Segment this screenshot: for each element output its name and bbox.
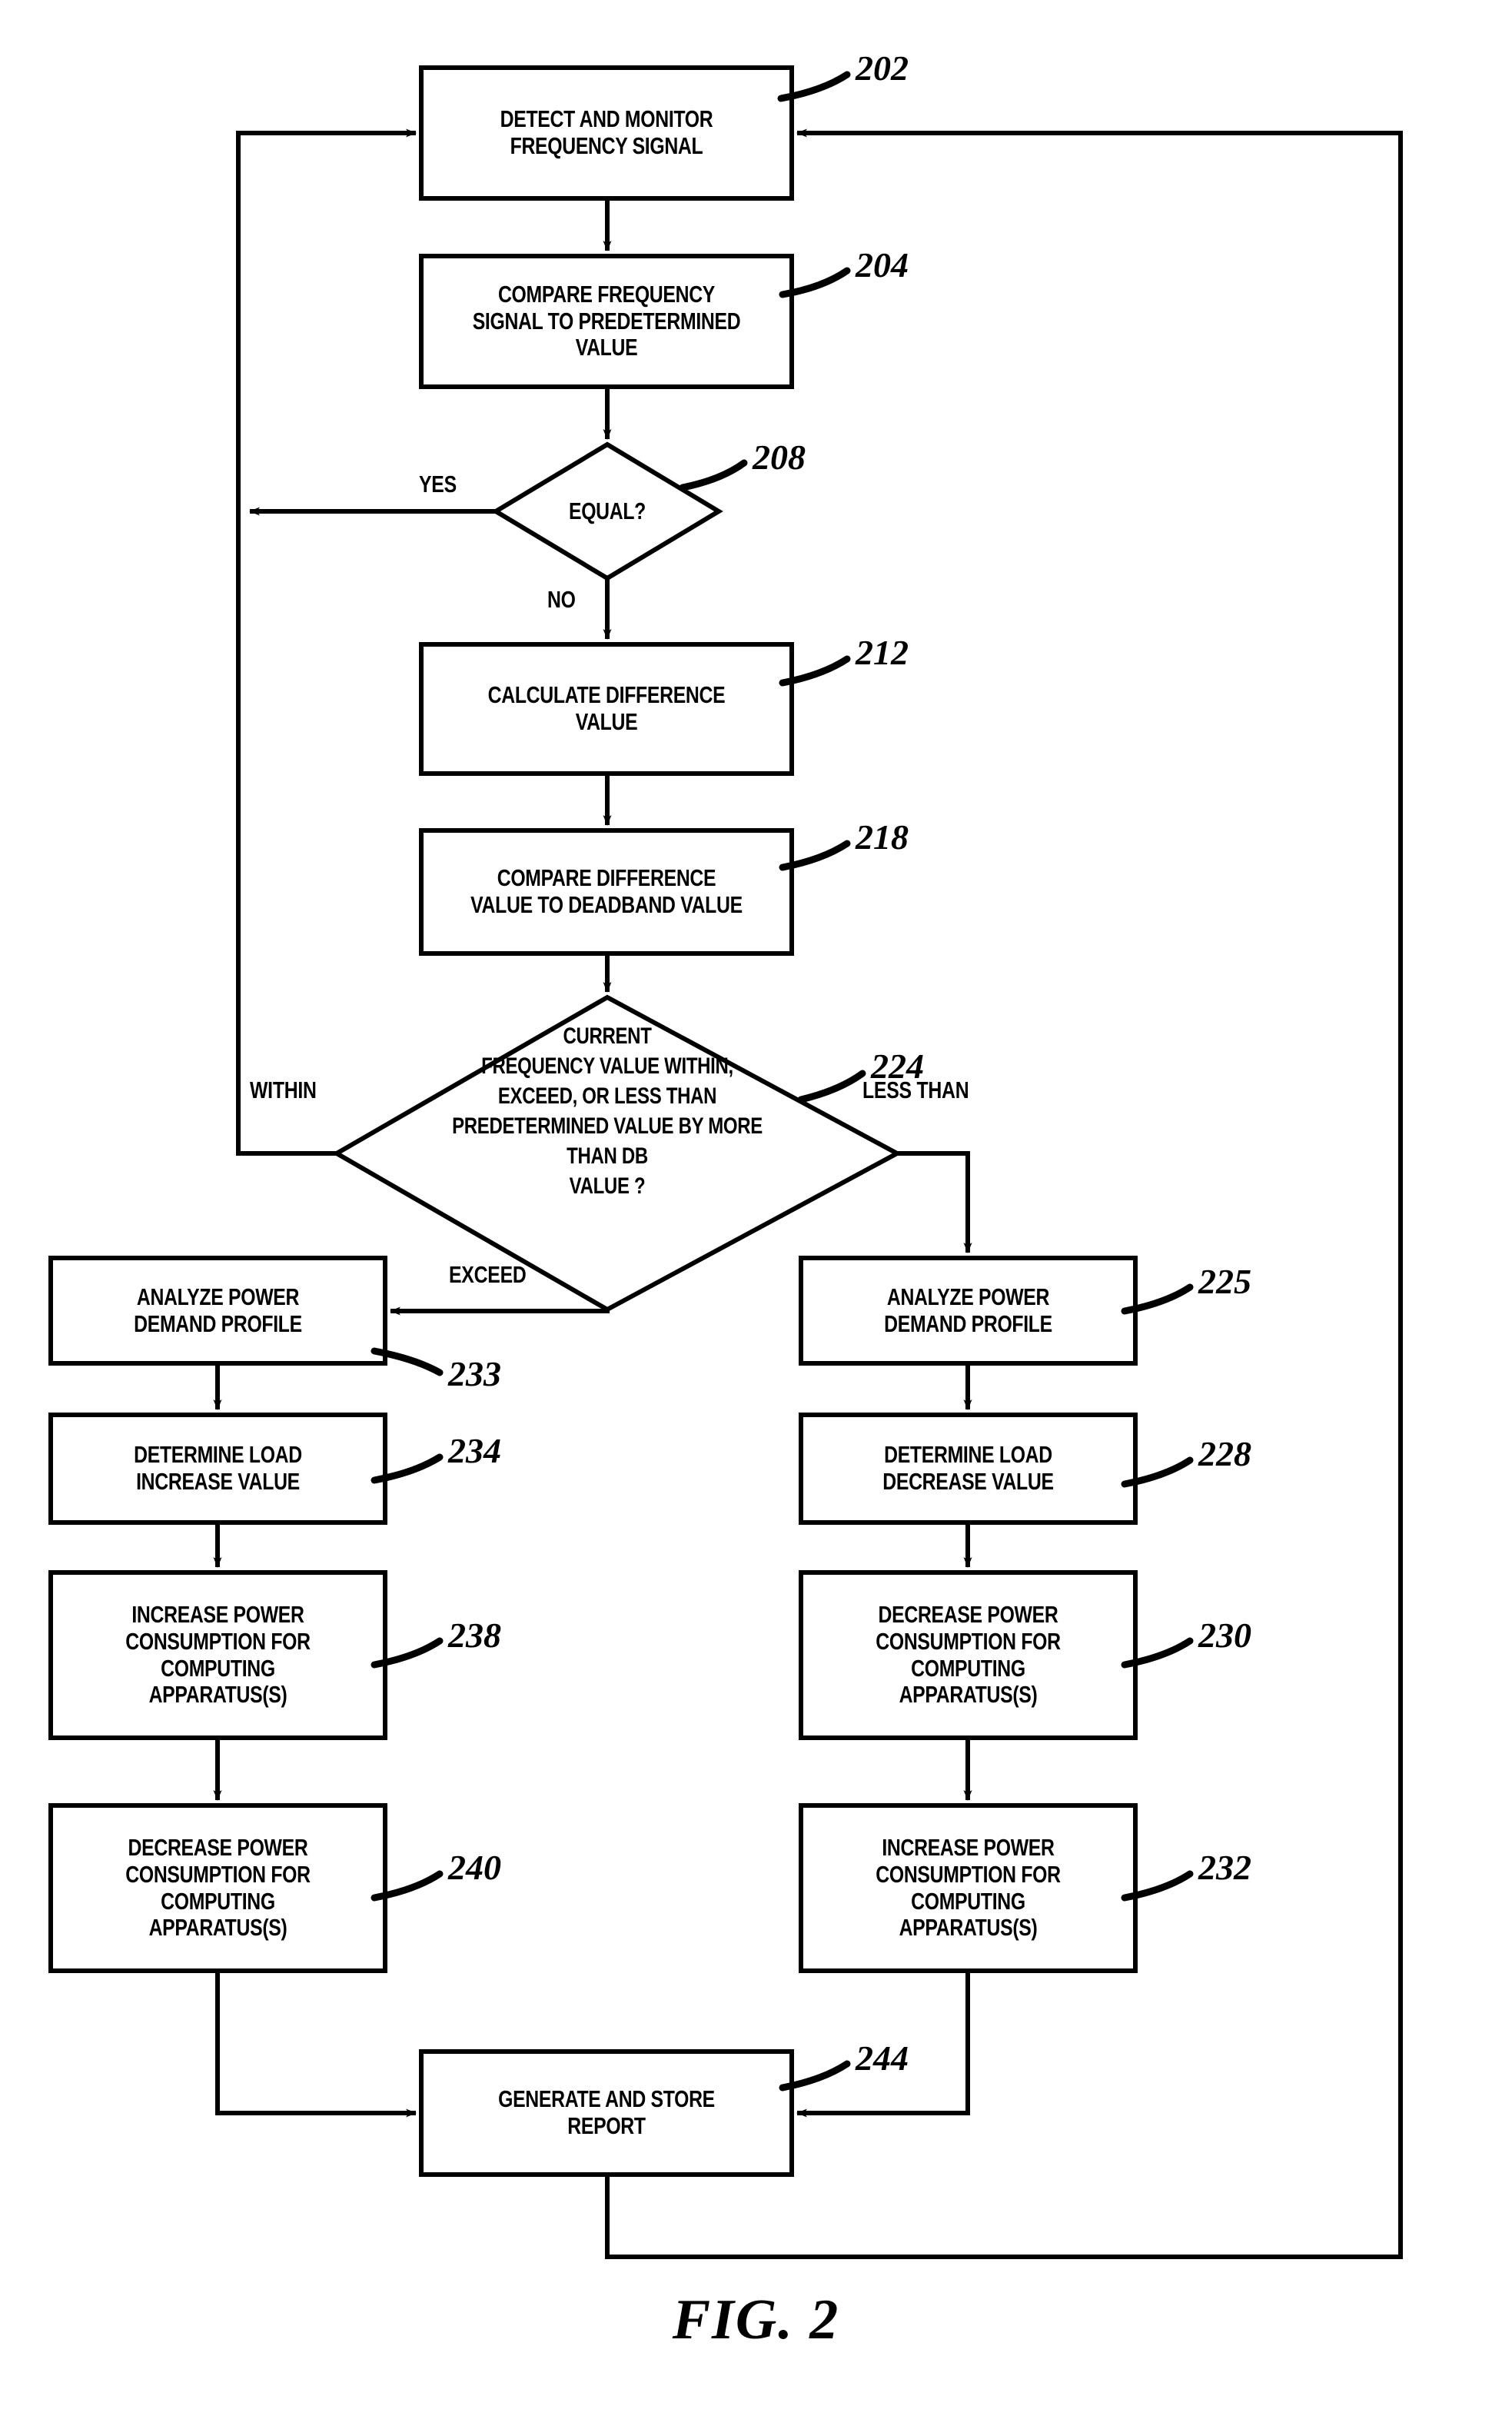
node-shape-202 — [419, 65, 794, 201]
edge-label-yes: YES — [419, 471, 457, 498]
leader-224 — [797, 1070, 866, 1103]
edge-label-exceed: EXCEED — [449, 1261, 527, 1288]
node-shape-238 — [48, 1570, 387, 1740]
flowchart-canvas — [48, 65, 1403, 2259]
ref-number-208: 208 — [753, 438, 806, 477]
edge-left-rail-to-202 — [236, 128, 417, 514]
ref-number-202: 202 — [856, 48, 909, 88]
ref-number-234: 234 — [448, 1431, 501, 1470]
node-shape-212 — [419, 642, 794, 776]
node-shape-218 — [419, 828, 794, 956]
ref-number-218: 218 — [856, 817, 909, 857]
node-shape-233 — [48, 1256, 387, 1366]
ref-number-238: 238 — [448, 1616, 501, 1655]
leader-208 — [679, 459, 748, 491]
edge-224-within-to-rail — [236, 514, 337, 1156]
figure-caption: FIG. 2 — [672, 2288, 840, 2351]
ref-number-212: 212 — [856, 633, 909, 672]
edge-224-exceed-to-233 — [390, 1306, 610, 1316]
node-shape-240 — [48, 1803, 387, 1973]
node-shape-204 — [419, 254, 794, 389]
ref-number-240: 240 — [448, 1848, 501, 1887]
edge-label-no: NO — [547, 586, 576, 613]
ref-number-232: 232 — [1198, 1848, 1251, 1887]
ref-number-228: 228 — [1198, 1434, 1251, 1473]
ref-number-224: 224 — [871, 1047, 924, 1086]
ref-number-233: 233 — [448, 1354, 501, 1393]
ref-number-244: 244 — [856, 2038, 909, 2078]
node-shape-225 — [799, 1256, 1138, 1366]
ref-number-225: 225 — [1198, 1262, 1251, 1301]
node-shape-234 — [48, 1413, 387, 1525]
edge-label-within: WITHIN — [250, 1077, 317, 1103]
node-shape-230 — [799, 1570, 1138, 1740]
ref-number-230: 230 — [1198, 1616, 1251, 1655]
node-shape-232 — [799, 1803, 1138, 1973]
edge-240-to-244 — [215, 1971, 417, 2118]
node-shape-244 — [419, 2049, 794, 2177]
ref-number-204: 204 — [856, 245, 909, 285]
node-shape-228 — [799, 1413, 1138, 1525]
edge-224-lessthan-to-225 — [897, 1151, 972, 1253]
patent-figure-2: DETECT AND MONITOR FREQUENCY SIGNAL COMP… — [0, 0, 1512, 2416]
node-shape-208 — [491, 441, 723, 581]
